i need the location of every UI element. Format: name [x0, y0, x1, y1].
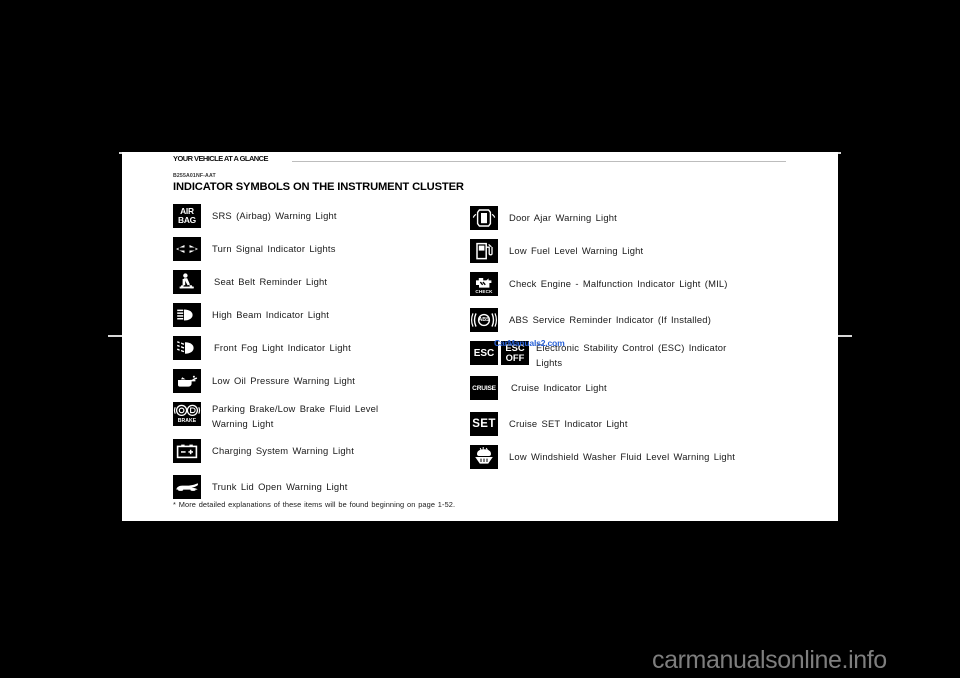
list-item: Low Fuel Level Warning Light	[470, 239, 643, 263]
list-item-label: Turn Signal Indicator Lights	[212, 243, 336, 254]
esc-icon: ESC	[470, 341, 498, 365]
parking-brake-icon: BRAKE	[173, 402, 201, 426]
list-item: BRAKE Parking Brake/Low Brake Fluid Leve…	[173, 402, 378, 431]
list-item-label: Cruise SET Indicator Light	[509, 418, 628, 429]
list-item-label: High Beam Indicator Light	[212, 309, 330, 320]
running-head-rule	[292, 161, 786, 162]
list-item: ESC ESC OFF Electronic Stability Control…	[470, 341, 727, 370]
section-code: B255A01NF-AAT	[173, 173, 216, 179]
list-item: SET Cruise SET Indicator Light	[470, 412, 628, 436]
watermark-bottom: carmanualsonline.info	[652, 646, 887, 674]
list-item: CHECK Check Engine - Malfunction Indicat…	[470, 272, 728, 296]
list-item-label: Parking Brake/Low Brake Fluid Level Warn…	[212, 403, 379, 429]
abs-icon-text: ABS	[478, 316, 490, 323]
list-item-label: Charging System Warning Light	[212, 445, 355, 456]
list-item-label: Electronic Stability Control (ESC) Indic…	[536, 342, 727, 368]
list-item-label: Low Windshield Washer Fluid Level Warnin…	[509, 451, 736, 462]
list-item-label: Front Fog Light Indicator Light	[214, 342, 351, 353]
list-item: Seat Belt Reminder Light	[173, 270, 327, 294]
list-item: High Beam Indicator Light	[173, 303, 329, 327]
esc-icon-text: ESC	[473, 347, 495, 359]
door-ajar-icon	[470, 206, 498, 230]
esc-off-icon-line2: OFF	[505, 352, 525, 363]
list-item-label: ABS Service Reminder Indicator (If Insta…	[509, 314, 712, 325]
check-engine-icon: CHECK	[470, 272, 498, 296]
list-item: Low Oil Pressure Warning Light	[173, 369, 355, 393]
list-item: Charging System Warning Light	[173, 439, 354, 463]
high-beam-icon	[173, 303, 201, 327]
battery-icon	[173, 439, 201, 463]
list-item-label: Low Oil Pressure Warning Light	[212, 375, 356, 386]
crop-tick-right	[836, 335, 852, 337]
list-item-label: Door Ajar Warning Light	[509, 212, 617, 223]
list-item: Trunk Lid Open Warning Light	[173, 475, 348, 499]
front-fog-light-icon	[173, 336, 201, 360]
footnote: * More detailed explanations of these it…	[173, 500, 456, 509]
list-item-label: Cruise Indicator Light	[511, 382, 607, 393]
list-item: ABS ABS Service Reminder Indicator (If I…	[470, 308, 711, 332]
list-item-label: Seat Belt Reminder Light	[214, 276, 328, 287]
list-item: Turn Signal Indicator Lights	[173, 237, 336, 261]
list-item: Front Fog Light Indicator Light	[173, 336, 351, 360]
parking-brake-icon-text: BRAKE	[177, 417, 197, 424]
list-item-label: Trunk Lid Open Warning Light	[212, 481, 348, 492]
washer-fluid-icon	[470, 445, 498, 469]
esc-off-icon: ESC OFF	[501, 341, 529, 365]
fuel-pump-icon	[470, 239, 498, 263]
abs-icon: ABS	[470, 308, 498, 332]
oil-can-icon	[173, 369, 201, 393]
list-item: Low Windshield Washer Fluid Level Warnin…	[470, 445, 735, 469]
list-item: AIR BAG SRS (Airbag) Warning Light	[173, 204, 337, 228]
list-item: CRUISE Cruise Indicator Light	[470, 376, 607, 400]
manual-page: YOUR VEHICLE AT A GLANCE B255A01NF-AAT I…	[122, 152, 838, 521]
running-head: YOUR VEHICLE AT A GLANCE	[173, 154, 269, 163]
seat-belt-icon	[173, 270, 201, 294]
cruise-set-icon-text: SET	[472, 418, 496, 430]
turn-signal-icon	[173, 237, 201, 261]
airbag-icon-line2: BAG	[177, 215, 196, 225]
trunk-open-icon	[173, 475, 201, 499]
cruise-icon: CRUISE	[470, 376, 498, 400]
list-item-label: SRS (Airbag) Warning Light	[212, 210, 337, 221]
check-engine-icon-text: CHECK	[475, 289, 493, 295]
list-item: Door Ajar Warning Light	[470, 206, 617, 230]
cruise-icon-text: CRUISE	[472, 384, 496, 392]
list-item-label: Low Fuel Level Warning Light	[509, 245, 644, 256]
list-item-label: Check Engine - Malfunction Indicator Lig…	[509, 278, 728, 289]
cruise-set-icon: SET	[470, 412, 498, 436]
airbag-icon: AIR BAG	[173, 204, 201, 228]
page-title: INDICATOR SYMBOLS ON THE INSTRUMENT CLUS…	[173, 181, 464, 193]
